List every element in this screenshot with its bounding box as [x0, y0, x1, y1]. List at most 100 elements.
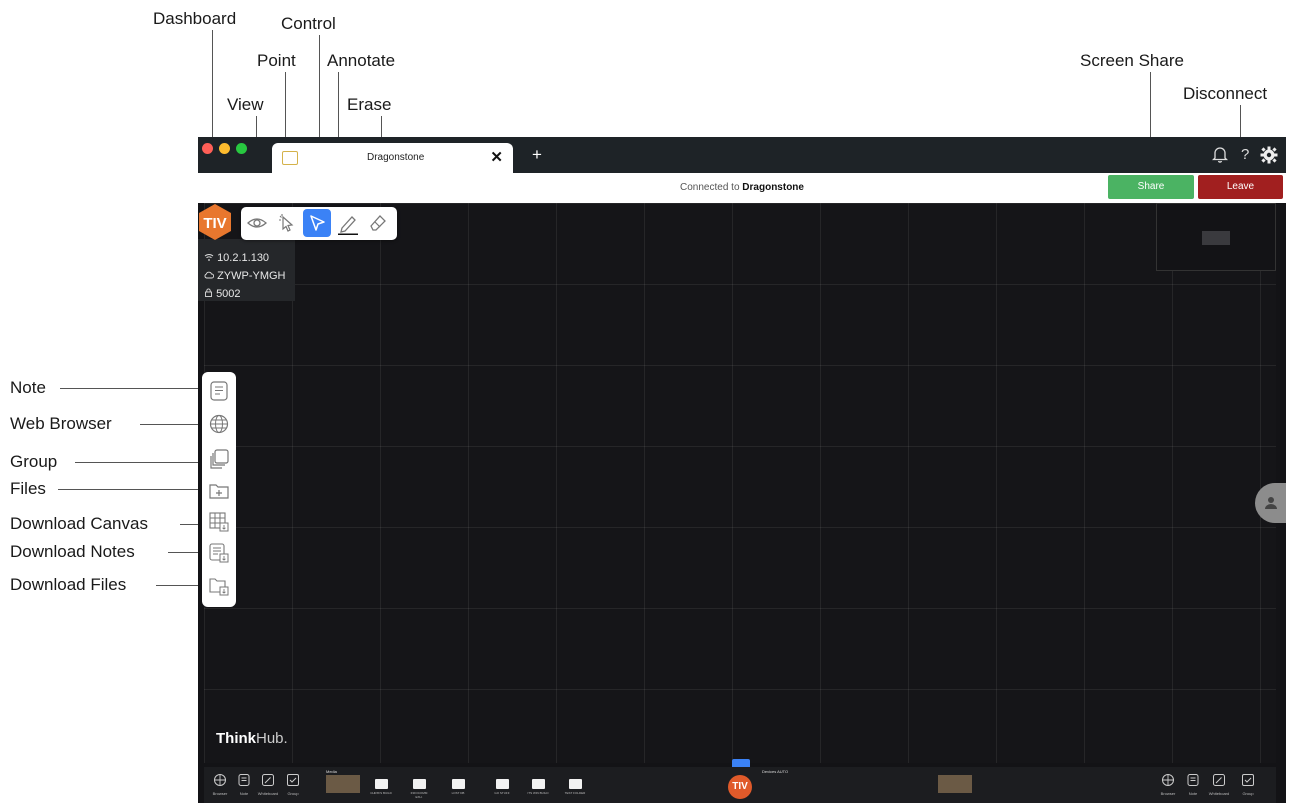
- files-button[interactable]: [208, 480, 230, 502]
- users-icon: [1265, 497, 1277, 509]
- bottom-whiteboard-icon[interactable]: [261, 773, 275, 787]
- right-note-icon[interactable]: [1186, 773, 1200, 787]
- download-notes-icon: [209, 543, 229, 563]
- callout-dashboard: Dashboard: [153, 9, 237, 28]
- callout-erase: Erase: [347, 95, 392, 114]
- right-note-label: Note: [1188, 791, 1198, 796]
- help-icon[interactable]: ?: [1241, 146, 1249, 163]
- note-icon: [210, 381, 228, 401]
- folder-label: TEST FOLDER: [564, 791, 586, 795]
- share-button[interactable]: Share: [1108, 175, 1194, 199]
- folder-icon[interactable]: [452, 779, 465, 789]
- close-window-button[interactable]: [202, 143, 213, 154]
- eye-icon: [247, 218, 267, 228]
- port-row: 5002: [204, 288, 241, 300]
- tab-share-icon: [282, 151, 298, 165]
- callout-download-files: Download Files: [10, 575, 127, 594]
- callout-disconnect: Disconnect: [1183, 84, 1268, 103]
- download-canvas-button[interactable]: [208, 511, 230, 533]
- brand-think: Think: [216, 730, 256, 747]
- ip-row: 10.2.1.130: [204, 252, 269, 264]
- bell-icon[interactable]: [1211, 145, 1229, 167]
- connection-bar: Connected to Dragonstone Share Leave: [198, 173, 1286, 203]
- device-thumbnail[interactable]: [938, 775, 972, 793]
- media-thumbnail[interactable]: [326, 775, 360, 793]
- callout-control: Control: [281, 14, 336, 33]
- leader-download-files: [156, 585, 200, 586]
- download-files-button[interactable]: [208, 575, 230, 597]
- bottom-bar: Browser Note Whiteboard Group Media CHRI…: [204, 759, 1276, 803]
- leader-web-browser: [140, 424, 200, 425]
- ip-address: 10.2.1.130: [217, 252, 270, 264]
- cloud-icon: [204, 270, 217, 282]
- right-group-label: Group: [1242, 791, 1254, 796]
- tab-title: Dragonstone: [367, 152, 425, 163]
- connection-prefix: Connected to: [680, 182, 740, 193]
- minimize-window-button[interactable]: [219, 143, 230, 154]
- code-row: ZYWP-YMGH: [204, 270, 286, 282]
- center-logo[interactable]: TIV: [728, 775, 752, 799]
- eraser-icon: [370, 215, 386, 231]
- callout-view: View: [227, 95, 264, 114]
- folder-icon[interactable]: [413, 779, 426, 789]
- leader-group: [75, 462, 200, 463]
- tab-close-icon[interactable]: ✕: [490, 148, 503, 166]
- dashboard-logo[interactable]: TIV: [198, 203, 233, 241]
- maximize-window-button[interactable]: [236, 143, 247, 154]
- wifi-icon: [204, 252, 217, 264]
- tab-dragonstone[interactable]: Dragonstone ✕: [272, 143, 513, 173]
- folder-icon[interactable]: [532, 779, 545, 789]
- erase-tool[interactable]: [364, 209, 392, 237]
- logo-text: TIV: [203, 215, 226, 232]
- mode-toolbar: [241, 207, 397, 240]
- folder-icon[interactable]: [496, 779, 509, 789]
- leave-button[interactable]: Leave: [1198, 175, 1283, 199]
- new-tab-button[interactable]: +: [532, 145, 542, 165]
- note-button[interactable]: [208, 380, 230, 402]
- leader-files: [58, 489, 200, 490]
- workspace-canvas[interactable]: 10.2.1.130 ZYWP-YMGH 5002 ThinkHub.: [198, 203, 1276, 763]
- callout-note: Note: [10, 378, 46, 397]
- bottom-note-icon[interactable]: [237, 773, 251, 787]
- control-tool[interactable]: [303, 209, 331, 237]
- folder-label: INFOCOMM EXH.: [410, 791, 428, 799]
- create-sidebar: [202, 372, 236, 607]
- dashboard-info-panel: 10.2.1.130 ZYWP-YMGH 5002: [198, 239, 295, 301]
- folder-icon[interactable]: [569, 779, 582, 789]
- globe-icon: [209, 414, 229, 434]
- download-notes-button[interactable]: [208, 542, 230, 564]
- gear-icon[interactable]: [1260, 146, 1278, 168]
- right-whiteboard-icon[interactable]: [1212, 773, 1226, 787]
- right-group-icon[interactable]: [1241, 773, 1255, 787]
- folder-label: ITS WIN BUILD: [527, 791, 549, 795]
- view-tool[interactable]: [243, 209, 271, 237]
- minimap-viewport[interactable]: [1202, 231, 1230, 245]
- bottom-browser-icon[interactable]: [213, 773, 227, 787]
- callout-web-browser: Web Browser: [10, 414, 112, 433]
- minimap[interactable]: [1156, 203, 1276, 271]
- thinkhub-brand: ThinkHub.: [216, 730, 288, 747]
- app-window: Dragonstone ✕ + ? Connected to Dragonsto…: [198, 137, 1286, 803]
- bottom-whiteboard-label: Whiteboard: [257, 791, 279, 796]
- brand-hub: Hub.: [256, 730, 288, 747]
- folder-icon[interactable]: [375, 779, 388, 789]
- point-tool[interactable]: [273, 209, 301, 237]
- folder-label: CHRIS'S BUILD: [370, 791, 392, 795]
- expand-bottom-bar-button[interactable]: [732, 759, 750, 767]
- folder-add-icon: [209, 484, 229, 499]
- right-browser-label: Browser: [1160, 791, 1176, 796]
- web-browser-button[interactable]: [208, 413, 230, 435]
- port-number: 5002: [216, 288, 241, 300]
- annotate-tool[interactable]: [334, 209, 362, 237]
- bottom-group-icon[interactable]: [286, 773, 300, 787]
- cursor-arrow-icon: [310, 215, 325, 231]
- bottom-note-label: Note: [239, 791, 249, 796]
- leader-note: [60, 388, 200, 389]
- callout-download-notes: Download Notes: [10, 542, 135, 561]
- group-button[interactable]: [208, 448, 230, 470]
- callout-point: Point: [257, 51, 296, 70]
- bottom-browser-label: Browser: [212, 791, 228, 796]
- connection-room: Dragonstone: [742, 182, 804, 193]
- right-browser-icon[interactable]: [1161, 773, 1175, 787]
- folder-label: LOST DB: [451, 791, 465, 795]
